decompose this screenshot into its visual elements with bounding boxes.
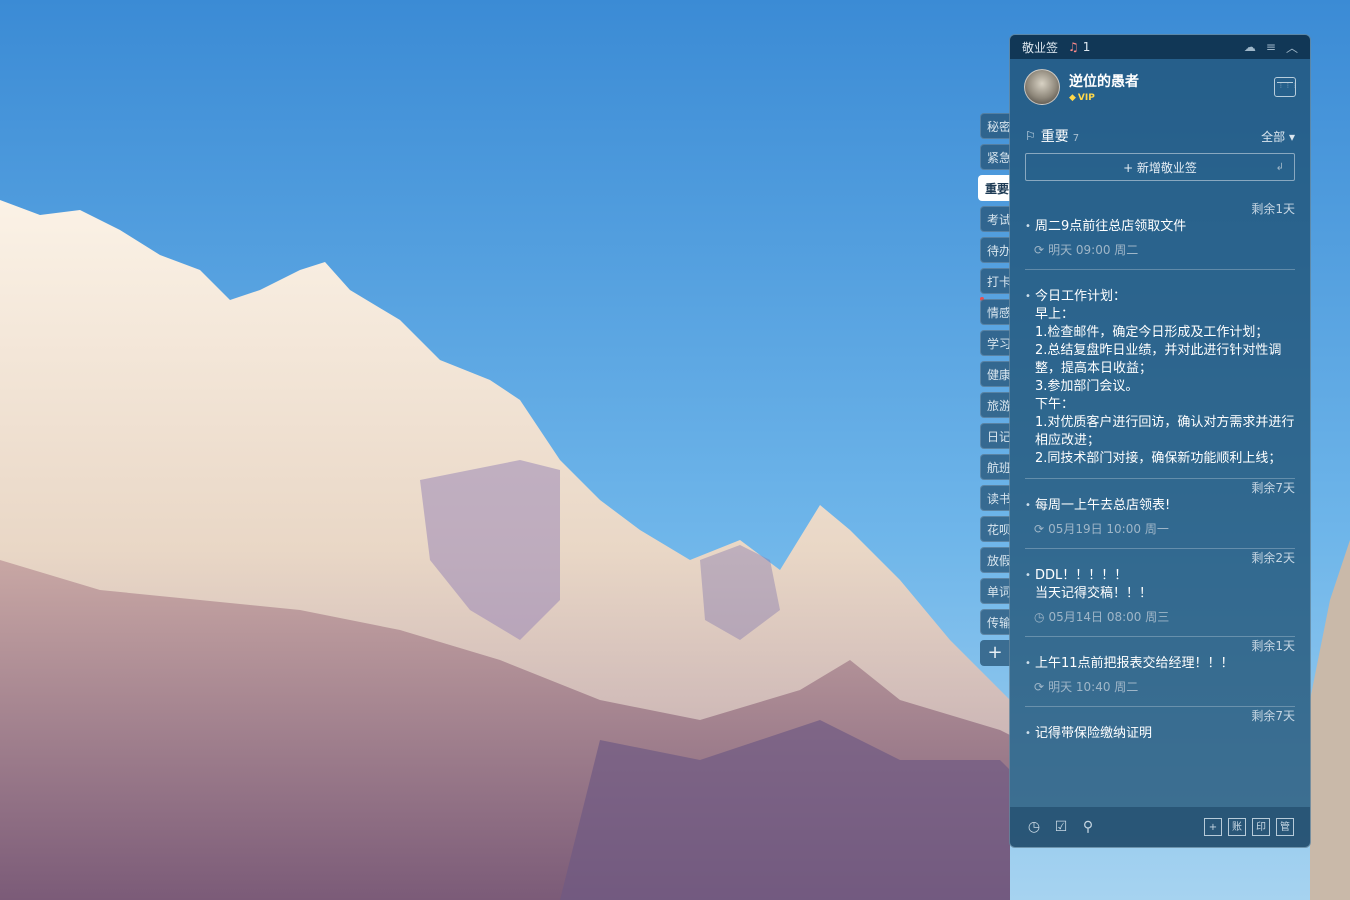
section-title: 重要 [1040, 129, 1069, 145]
panel-footer: ◷ ☑ ⚲ + 账 印 管 [1010, 807, 1310, 847]
side-tab[interactable]: 考试 [980, 206, 1010, 232]
side-tab[interactable]: 日记 [980, 423, 1010, 449]
note-remaining-time [1025, 270, 1295, 288]
note-text[interactable]: 记得带保险缴纳证明 [1025, 725, 1295, 743]
side-tab[interactable]: 秘密 [980, 113, 1010, 139]
app-name: 敬业签 [1022, 40, 1059, 55]
note-remaining-time: 剩余1天 [1251, 202, 1295, 216]
filter-dropdown[interactable]: 全部 ▾ [1261, 128, 1295, 145]
cloud-sync-icon[interactable]: ☁ [1244, 40, 1256, 54]
note-reminder-text: 明天 10:40 周二 [1048, 680, 1139, 694]
note-text[interactable]: DDL！！！！！ 当天记得交稿！！！ [1025, 567, 1295, 603]
section-header: ⚐ 重要 7 全部 ▾ [1010, 121, 1310, 151]
manage-icon[interactable]: 管 [1276, 818, 1294, 836]
side-tab[interactable]: 学习 [980, 330, 1010, 356]
side-tab[interactable]: 放假 [980, 547, 1010, 573]
side-tab[interactable]: 航班 [980, 454, 1010, 480]
username[interactable]: 逆位的愚者 [1069, 71, 1139, 91]
note-reminder-text: 05月19日 10:00 周一 [1048, 522, 1169, 536]
note-item[interactable]: 剩余7天每周一上午去总店领表! ⟳05月19日 10:00 周一 [1010, 479, 1310, 549]
note-text[interactable]: 上午11点前把报表交给经理！！！ [1025, 655, 1295, 673]
bookmark-icon: ⚐ [1025, 129, 1036, 143]
side-tab[interactable]: 情感 [980, 299, 1010, 325]
side-tab[interactable]: 传输 [980, 609, 1010, 635]
side-tab[interactable]: 重要 [978, 175, 1010, 201]
note-text[interactable]: 周二9点前往总店领取文件 [1025, 218, 1295, 236]
panel-titlebar[interactable]: 敬业签 ♫ 1 ☁ ≡ ︿ [1010, 35, 1310, 59]
note-item[interactable]: 今日工作计划： 早上： 1.检查邮件，确定今日形成及工作计划； 2.总结复盘昨日… [1010, 270, 1310, 479]
note-item[interactable]: 剩余2天 DDL！！！！！ 当天记得交稿！！！ ◷05月14日 08:00 周三 [1010, 549, 1310, 637]
user-header: 逆位的愚者 ◆ VIP [1010, 59, 1310, 115]
add-icon[interactable]: + [1204, 818, 1222, 836]
note-reminder: ⟳ 05月19日 10:00 周一 [1025, 520, 1295, 538]
collapse-icon[interactable]: ︿ [1286, 39, 1298, 56]
note-item[interactable]: 剩余7天记得带保险缴纳证明 [1010, 707, 1310, 743]
avatar[interactable] [1024, 69, 1060, 105]
notes-list[interactable]: 剩余1天周二9点前往总店领取文件⟳明天 09:00 周二今日工作计划： 早上： … [1010, 200, 1310, 807]
note-text[interactable]: 每周一上午去总店领表! [1025, 497, 1295, 515]
side-tab[interactable]: 读书 [980, 485, 1010, 511]
calendar-icon[interactable] [1274, 77, 1299, 97]
menu-icon[interactable]: ≡ [1266, 40, 1276, 54]
side-tab[interactable]: 紧急 [980, 144, 1010, 170]
notification-count: 1 [1082, 40, 1091, 54]
repeat-icon: ⟳ [1034, 243, 1045, 257]
side-tab[interactable]: 打卡 [980, 268, 1010, 294]
clock-icon: ◷ [1034, 610, 1045, 624]
note-remaining-time: 剩余1天 [1251, 639, 1295, 653]
section-count: 7 [1072, 132, 1080, 144]
bell-icon[interactable]: ♫ [1068, 40, 1079, 54]
note-remaining-time: 剩余7天 [1251, 709, 1295, 723]
note-remaining-time: 剩余7天 [1251, 481, 1295, 495]
add-category-button[interactable]: + [980, 640, 1010, 666]
side-tab[interactable]: 旅游 [980, 392, 1010, 418]
clock-icon[interactable]: ◷ [1026, 819, 1042, 835]
account-icon[interactable]: 账 [1228, 818, 1246, 836]
search-icon[interactable]: ⚲ [1080, 819, 1096, 835]
repeat-icon: ⟳ [1034, 680, 1045, 694]
checkbox-icon[interactable]: ☑ [1053, 819, 1069, 835]
side-tab[interactable]: 待办 [980, 237, 1010, 263]
diamond-icon: ◆ [1069, 93, 1076, 103]
side-tab[interactable]: 健康 [980, 361, 1010, 387]
sticky-notes-panel: 敬业签 ♫ 1 ☁ ≡ ︿ 逆位的愚者 ◆VIP ⚐ 重要 7 全部 ▾ + 新… [1009, 34, 1311, 848]
note-item[interactable]: 剩余1天周二9点前往总店领取文件 ⟳明天 09:00 周二 [1010, 200, 1310, 270]
repeat-icon: ⟳ [1034, 522, 1045, 536]
expand-arrow-icon[interactable]: ↲ [1276, 162, 1284, 173]
side-tab[interactable]: 花呗 [980, 516, 1010, 542]
note-text[interactable]: 今日工作计划： 早上： 1.检查邮件，确定今日形成及工作计划； 2.总结复盘昨日… [1025, 288, 1295, 468]
note-remaining-time: 剩余2天 [1251, 551, 1295, 565]
note-reminder: ⟳ 明天 10:40 周二 [1025, 678, 1295, 696]
note-item[interactable]: 剩余1天上午11点前把报表交给经理！！！ ⟳明天 10:40 周二 [1010, 637, 1310, 707]
new-note-button[interactable]: + 新增敬业签 ↲ [1025, 153, 1295, 181]
side-tab[interactable]: 单词 [980, 578, 1010, 604]
note-reminder-text: 05月14日 08:00 周三 [1048, 610, 1170, 624]
print-icon[interactable]: 印 [1252, 818, 1270, 836]
vip-badge: ◆ VIP [1069, 93, 1095, 103]
note-reminder: ◷ 05月14日 08:00 周三 [1025, 608, 1295, 626]
note-reminder: ⟳ 明天 09:00 周二 [1025, 241, 1295, 259]
note-reminder-text: 明天 09:00 周二 [1048, 243, 1139, 257]
